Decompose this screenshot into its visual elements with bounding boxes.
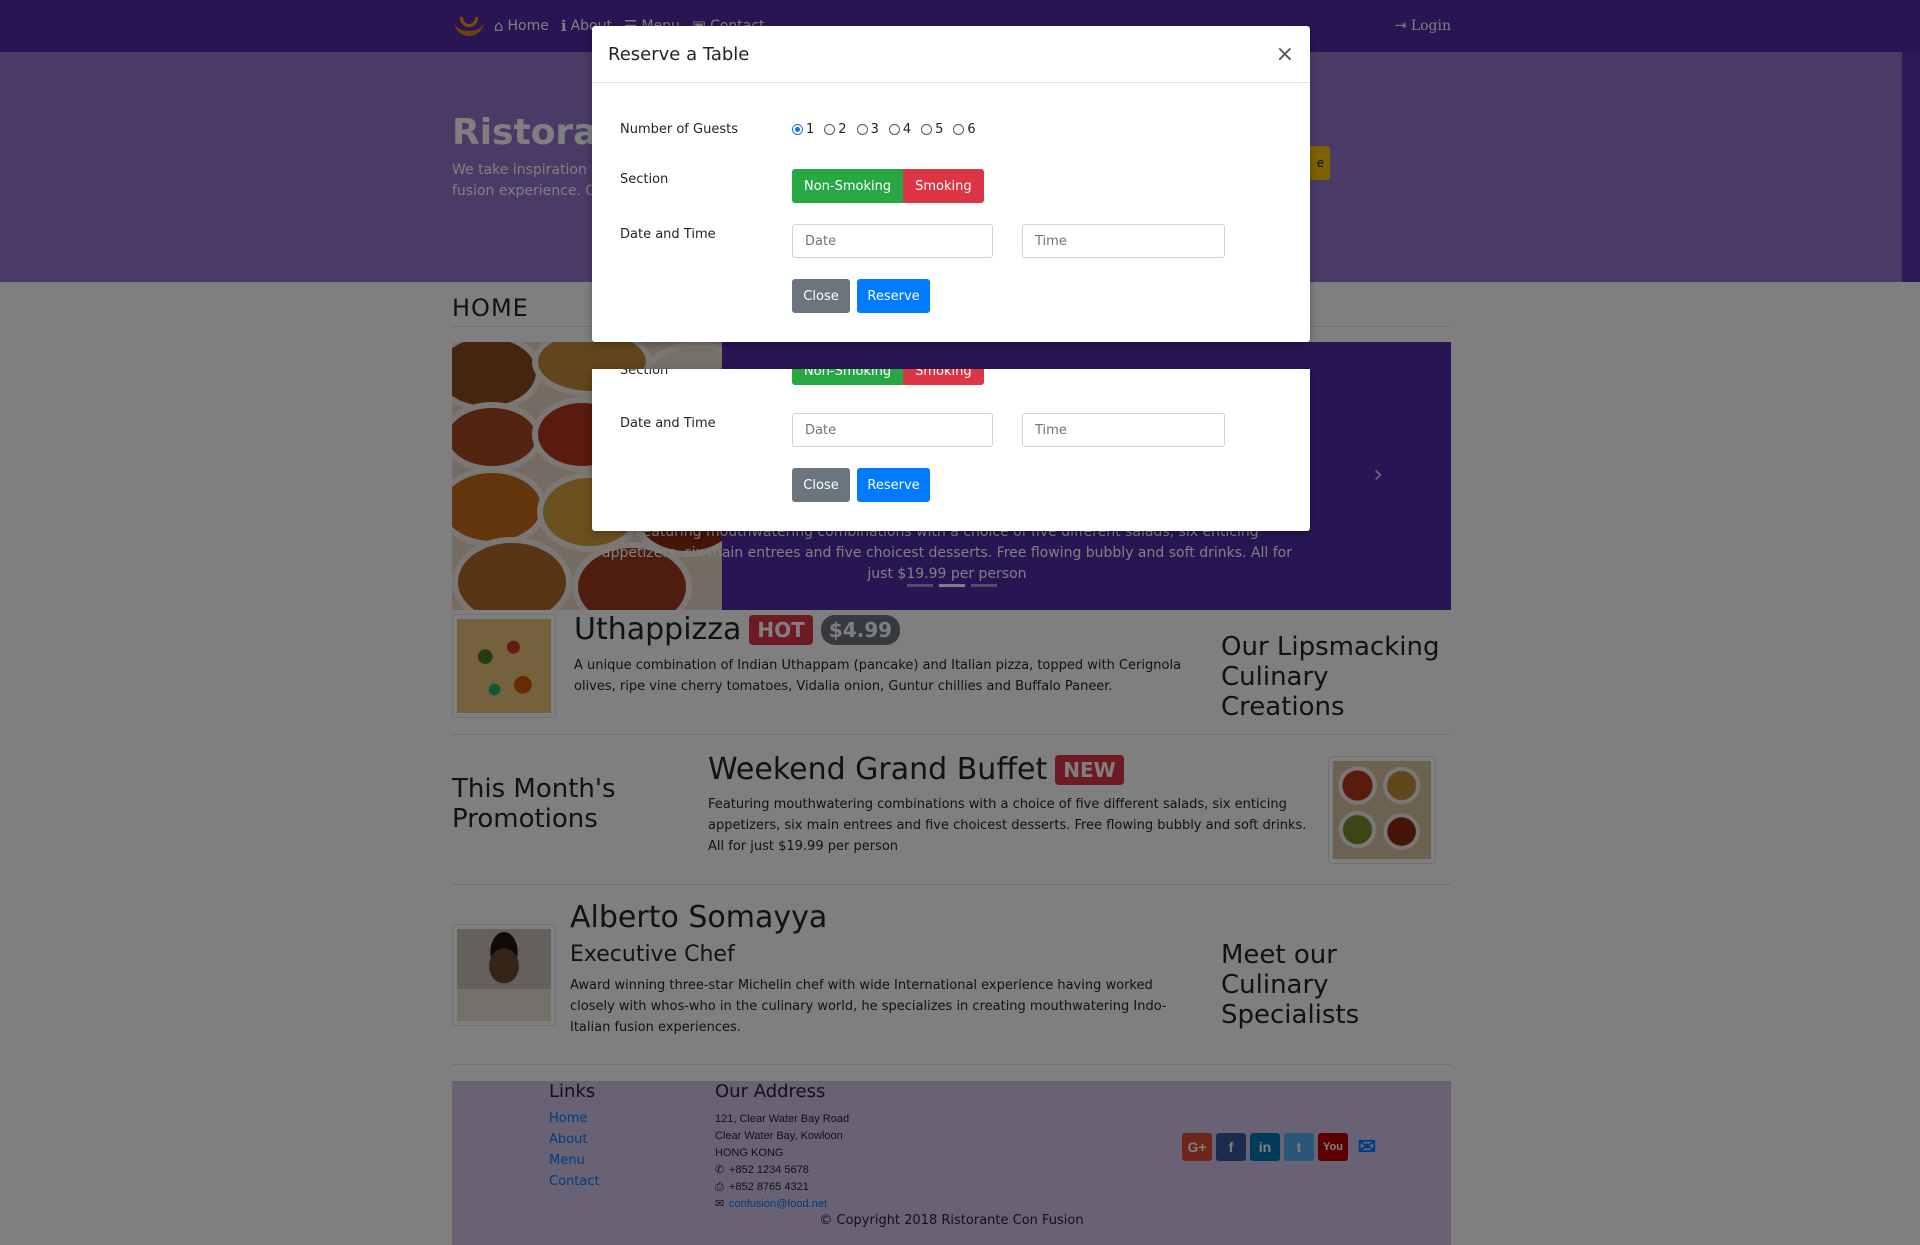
date-input[interactable]: Date xyxy=(792,413,993,447)
guest-option-label: 6 xyxy=(967,122,976,137)
section-label: Section xyxy=(620,172,669,187)
modal-actions: Close Reserve xyxy=(792,468,930,502)
guest-option-3[interactable]: 3 xyxy=(856,122,879,137)
guest-option-label: 5 xyxy=(935,122,944,137)
close-button[interactable]: Close xyxy=(792,468,850,502)
guest-option-label: 3 xyxy=(870,122,879,137)
radio-button[interactable] xyxy=(921,124,933,135)
reserve-button[interactable]: Reserve xyxy=(857,279,930,313)
modal-title: Reserve a Table xyxy=(608,43,750,65)
datetime-label: Date and Time xyxy=(620,227,716,242)
guests-label: Number of Guests xyxy=(620,122,738,137)
guest-option-label: 2 xyxy=(838,122,847,137)
modal-actions: Close Reserve xyxy=(792,279,930,313)
non-smoking-button[interactable]: Non-Smoking xyxy=(792,169,904,203)
datetime-label: Date and Time xyxy=(620,416,716,431)
modal-header: Reserve a Table × xyxy=(592,26,1310,83)
section-toggle: Non-Smoking Smoking xyxy=(792,369,984,385)
section-label: Section xyxy=(620,369,669,378)
non-smoking-button[interactable]: Non-Smoking xyxy=(792,369,904,385)
time-input[interactable]: Time xyxy=(1022,413,1225,447)
smoking-button[interactable]: Smoking xyxy=(903,369,984,385)
guests-radio-group: 1 2 3 4 5 6 xyxy=(792,122,976,137)
guest-option-1[interactable]: 1 xyxy=(792,122,814,137)
radio-button[interactable] xyxy=(824,124,836,135)
reservation-modal: Reserve a Table × Number of Guests 1 2 3… xyxy=(592,26,1310,342)
guest-option-6[interactable]: 6 xyxy=(953,122,976,137)
close-icon[interactable]: × xyxy=(1276,42,1294,67)
radio-button[interactable] xyxy=(953,124,965,135)
time-input[interactable]: Time xyxy=(1022,224,1225,258)
radio-button[interactable] xyxy=(856,124,868,135)
date-input[interactable]: Date xyxy=(792,224,993,258)
guest-option-5[interactable]: 5 xyxy=(921,122,943,137)
guest-option-2[interactable]: 2 xyxy=(824,122,847,137)
guest-option-label: 1 xyxy=(806,122,815,137)
smoking-button[interactable]: Smoking xyxy=(903,169,984,203)
guest-option-label: 4 xyxy=(902,122,912,137)
reservation-modal-ghost: Section Non-Smoking Smoking Date and Tim… xyxy=(592,369,1310,531)
radio-button-checked[interactable] xyxy=(792,124,803,135)
close-button[interactable]: Close xyxy=(792,279,850,313)
section-toggle: Non-Smoking Smoking xyxy=(792,169,984,203)
radio-button[interactable] xyxy=(888,124,900,135)
reserve-button[interactable]: Reserve xyxy=(857,468,930,502)
guest-option-4[interactable]: 4 xyxy=(888,122,912,137)
